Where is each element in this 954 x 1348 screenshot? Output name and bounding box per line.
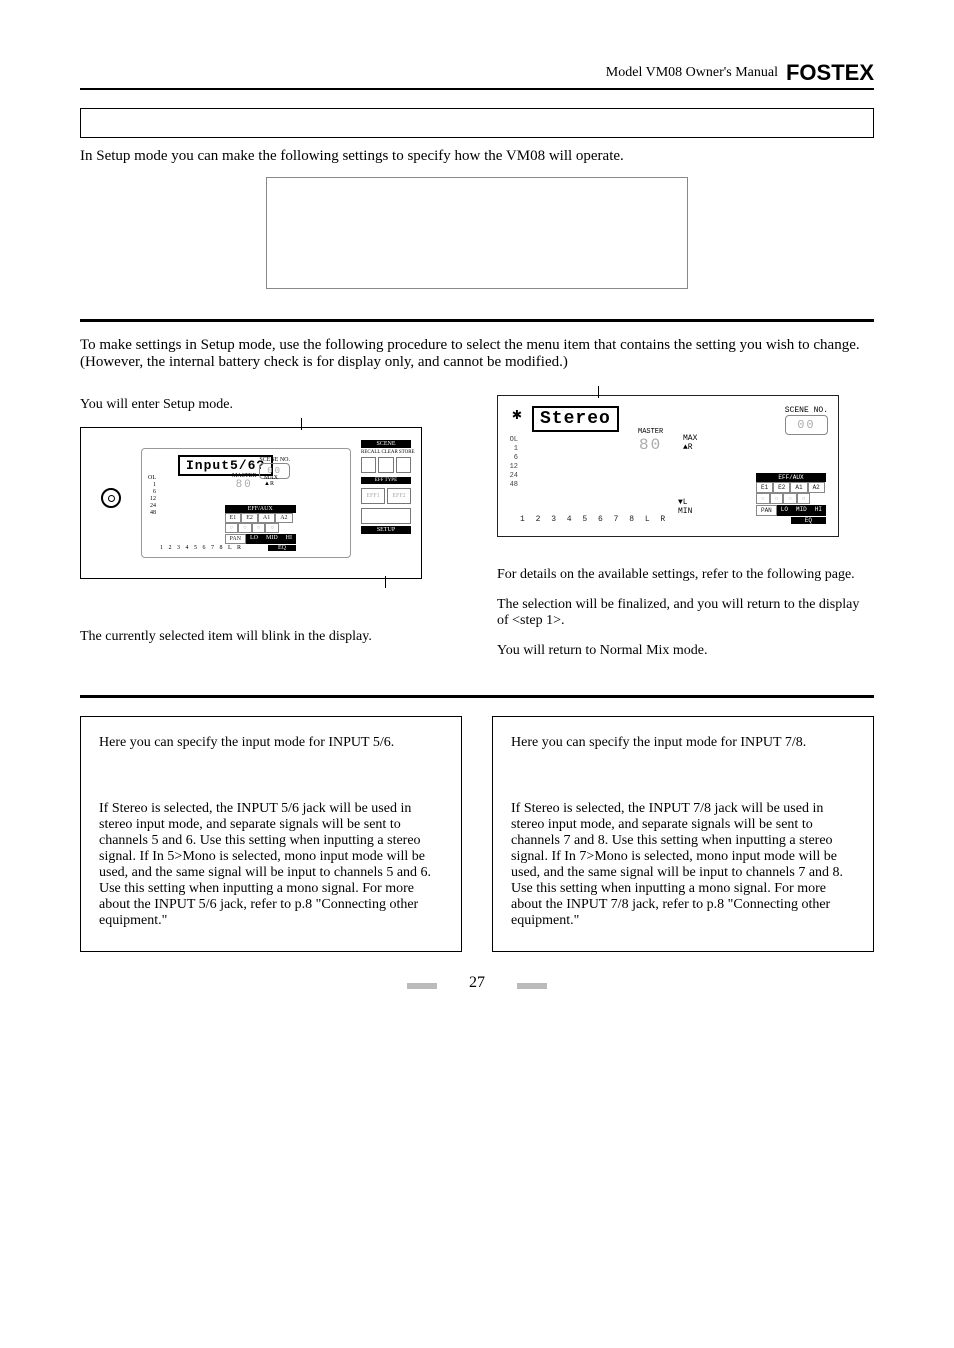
header-row: Model VM08 Owner's Manual FOSTEX — [80, 60, 874, 88]
lcd-level: 24 — [508, 472, 518, 481]
lcd-scene-value: 00 — [785, 415, 828, 435]
settings-row: Here you can specify the input mode for … — [80, 716, 874, 952]
setting-56-intro: Here you can specify the input mode for … — [99, 735, 443, 751]
lcd-eff-header: EFF/AUX — [225, 505, 296, 513]
overview-figure — [266, 177, 688, 289]
right-note-3: You will return to Normal Mix mode. — [497, 643, 874, 659]
lcd-ar: ▲R — [264, 481, 278, 487]
lcd-scene-label: SCENE NO. — [785, 406, 828, 415]
lcd-figure: ✱ Stereo SCENE NO. 00 MASTER 80 MAX ▲R — [497, 395, 839, 537]
lcd-eq-label: EQ — [791, 517, 826, 524]
left-note-1: You will enter Setup mode. — [80, 397, 457, 413]
device-panel-figure: Input5/6? SCENE NO. 00 MASTER 80 MAX ▲R — [80, 427, 422, 579]
lcd-scene-label: SCENE NO. — [259, 457, 290, 463]
lcd-level: 6 — [148, 489, 156, 496]
lcd-eq: MID — [792, 505, 811, 516]
lcd-eff-header: EFF/AUX — [756, 473, 826, 482]
brand-logo: FOSTEX — [786, 60, 874, 86]
lcd-eq: HI — [282, 534, 296, 544]
setting-78-intro: Here you can specify the input mode for … — [511, 735, 855, 751]
header-rule — [80, 88, 874, 90]
lcd-master-label: MASTER — [638, 428, 663, 436]
callout-tick — [301, 418, 302, 430]
intro-paragraph: In Setup mode you can make the following… — [80, 148, 874, 165]
panel-button-icon — [101, 488, 121, 508]
lcd-max: MAX — [683, 434, 697, 443]
lcd-eq: LO — [246, 534, 262, 544]
panel-scene-label: SCENE — [361, 440, 411, 448]
lcd-channels: 1 2 3 4 5 6 7 8 L R — [520, 515, 668, 524]
left-note-2: The currently selected item will blink i… — [80, 629, 457, 645]
lcd-master-value: 80 — [232, 479, 256, 491]
panel-clear: CLEAR — [381, 450, 397, 455]
lcd-level: 12 — [148, 496, 156, 503]
lcd-eq: MID — [262, 534, 282, 544]
lcd-ar: ▲R — [683, 443, 697, 452]
section-rule — [80, 695, 874, 698]
lcd-eff: A1 — [790, 482, 807, 493]
lcd-level: OL — [508, 436, 518, 445]
lcd-main-text: Stereo — [532, 406, 619, 432]
lcd-level: OL — [148, 475, 156, 482]
lcd-eq: HI — [811, 505, 826, 516]
section-rule — [80, 319, 874, 322]
right-column: ✱ Stereo SCENE NO. 00 MASTER 80 MAX ▲R — [497, 389, 874, 673]
setting-78-body: If Stereo is selected, the INPUT 7/8 jac… — [511, 801, 855, 929]
lcd-pan: PAN — [756, 505, 777, 516]
lcd-eq-label: EQ — [268, 545, 296, 551]
lcd-eq: LO — [777, 505, 792, 516]
panel-side-buttons: SCENE RECALL CLEAR STORE EFF TYPE EFF1EF… — [361, 438, 411, 536]
panel-setup: SETUP — [361, 526, 411, 534]
lcd-eff: E1 — [756, 482, 773, 493]
panel-eff2: EFF2 — [387, 488, 411, 504]
lcd-level: 6 — [508, 454, 518, 463]
lcd-pan: PAN — [225, 534, 246, 544]
lcd-eff: E2 — [241, 513, 258, 523]
panel-eff1: EFF1 — [361, 488, 385, 504]
lcd-eff: E2 — [773, 482, 790, 493]
setting-box-input78: Here you can specify the input mode for … — [492, 716, 874, 952]
lcd-level: 48 — [508, 481, 518, 490]
lcd-level: 1 — [508, 445, 518, 454]
callout-tick — [598, 386, 599, 398]
panel-lcd: Input5/6? SCENE NO. 00 MASTER 80 MAX ▲R — [141, 448, 351, 558]
left-column: You will enter Setup mode. Input5/6? SCE… — [80, 389, 457, 673]
lcd-level: 24 — [148, 503, 156, 510]
panel-store: STORE — [399, 450, 415, 455]
lcd-min: MIN — [678, 507, 692, 516]
page-number: 27 — [80, 974, 874, 992]
lcd-eff: A2 — [275, 513, 292, 523]
lcd-vl: ▼L — [678, 498, 692, 507]
steps-intro: To make settings in Setup mode, use the … — [80, 337, 874, 371]
setting-56-body: If Stereo is selected, the INPUT 5/6 jac… — [99, 801, 443, 929]
lcd-level: 48 — [148, 510, 156, 517]
lcd-eff: E1 — [225, 513, 242, 523]
lcd-master-value: 80 — [638, 436, 663, 454]
panel-recall: RECALL — [361, 450, 380, 455]
page: Model VM08 Owner's Manual FOSTEX In Setu… — [0, 0, 954, 1032]
lcd-eff: A1 — [258, 513, 275, 523]
lcd-level: 12 — [508, 463, 518, 472]
manual-title: Model VM08 Owner's Manual — [606, 65, 778, 81]
right-note-1: For details on the available settings, r… — [497, 567, 874, 583]
lcd-eff: A2 — [808, 482, 825, 493]
panel-blank — [361, 508, 411, 524]
right-note-2: The selection will be finalized, and you… — [497, 597, 874, 629]
callout-tick — [385, 576, 386, 588]
section-title-box — [80, 108, 874, 138]
setting-box-input56: Here you can specify the input mode for … — [80, 716, 462, 952]
panel-eff-type: EFF TYPE — [361, 477, 411, 484]
lcd-level: 1 — [148, 482, 156, 489]
steps-columns: You will enter Setup mode. Input5/6? SCE… — [80, 389, 874, 673]
